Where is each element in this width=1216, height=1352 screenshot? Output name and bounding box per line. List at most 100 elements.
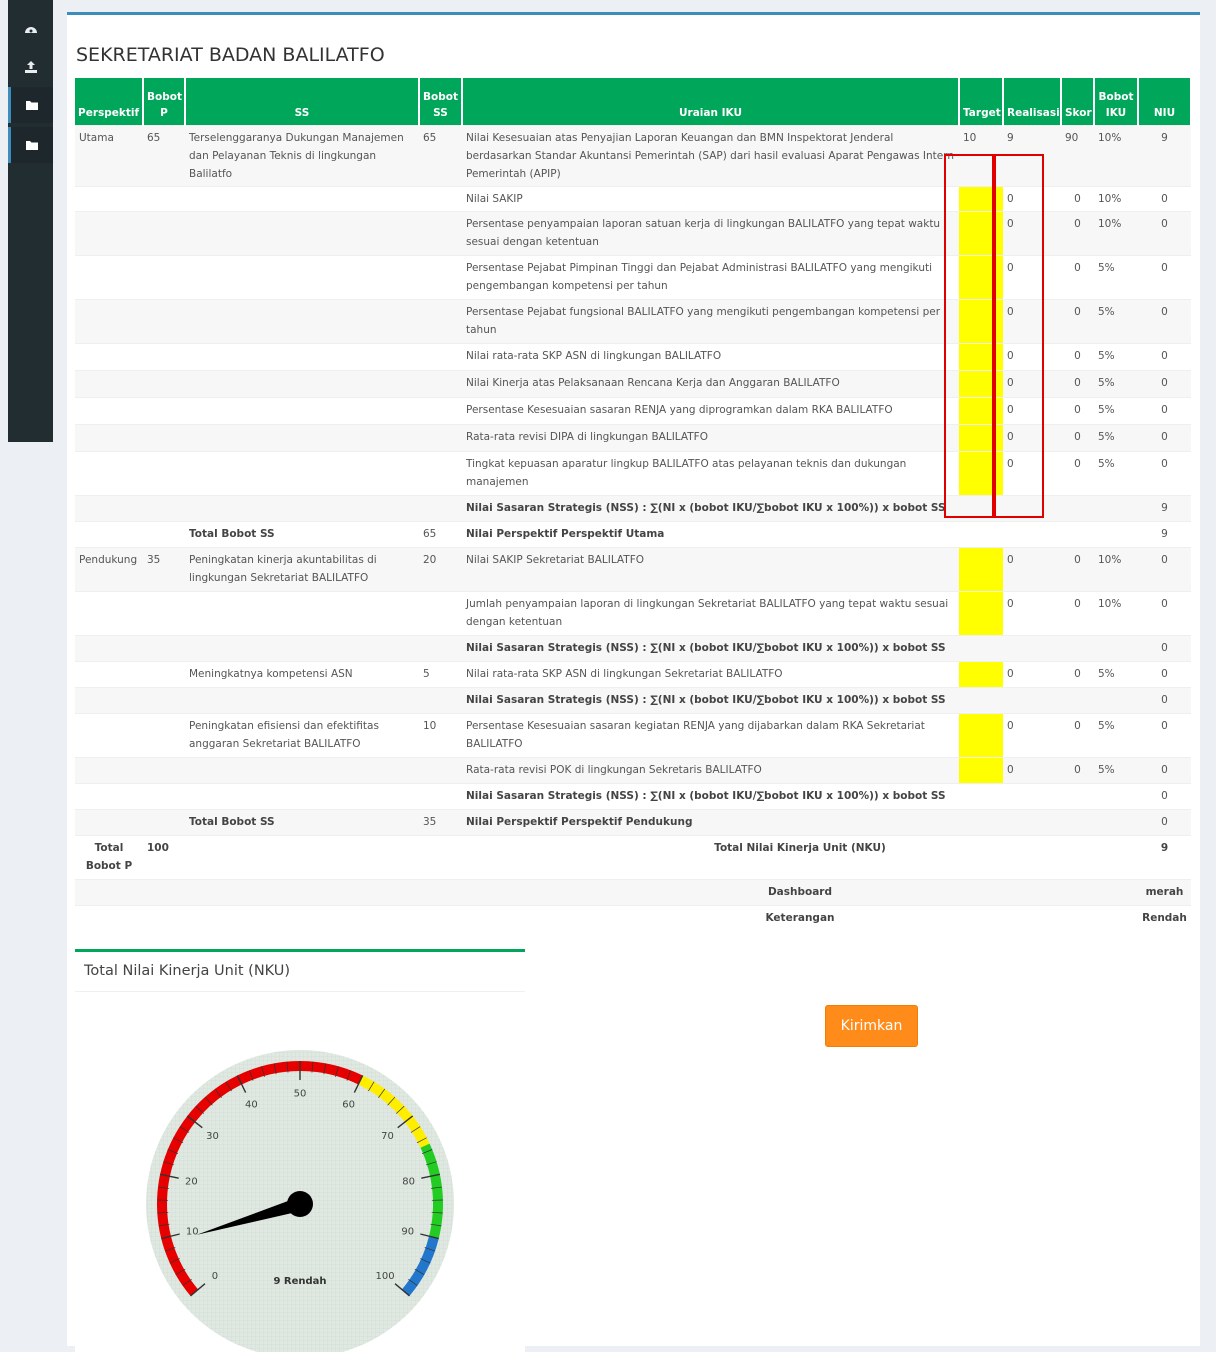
nss-row: Nilai Sasaran Strategis (NSS) : ∑(NI x (…	[75, 784, 1191, 810]
sidebar	[8, 0, 53, 442]
cell-niu: 0	[1138, 688, 1191, 714]
cell-skor: 0	[1061, 212, 1094, 256]
cell-niu: 0	[1138, 636, 1191, 662]
cell-skor: 0	[1061, 187, 1094, 212]
cell-bobot-iku: 5%	[1094, 344, 1138, 371]
cell-target-input[interactable]	[959, 592, 1003, 636]
cell-bobot-iku: 10%	[1094, 187, 1138, 212]
sidebar-item-dashboard[interactable]	[8, 10, 53, 46]
content-panel: SEKRETARIAT BADAN BALILATFO Perspektif B…	[67, 12, 1200, 1346]
col-target: Target	[959, 78, 1003, 126]
dashboard-row: Dashboard merah	[75, 880, 1191, 906]
gauge-tick-label: 80	[402, 1176, 415, 1187]
cell-niu: 0	[1138, 300, 1191, 344]
keterangan-label: Keterangan	[462, 906, 1138, 932]
cell-uraian: Tingkat kepuasan aparatur lingkup BALILA…	[462, 452, 959, 496]
sidebar-item-folder-2[interactable]	[8, 127, 53, 163]
cell-niu: 0	[1138, 592, 1191, 636]
total-bobot-p-label: Total Bobot P	[75, 836, 143, 880]
sidebar-item-folder-1[interactable]	[8, 87, 53, 123]
total-ss-label: Total Bobot SS	[185, 810, 419, 836]
cell-uraian: Jumlah penyampaian laporan di lingkungan…	[462, 592, 959, 636]
gauge-tick-label: 10	[186, 1226, 199, 1237]
nku-gauge-card: Total Nilai Kinerja Unit (NKU) 0 10 20 30 40…	[75, 949, 525, 1352]
cell-niu: 0	[1138, 344, 1191, 371]
cell-realisasi[interactable]: 0	[1003, 592, 1061, 636]
cell-target-input[interactable]	[959, 662, 1003, 688]
cell-bobot-iku: 5%	[1094, 425, 1138, 452]
cell-bobot-iku: 10%	[1094, 212, 1138, 256]
table-row: Meningkatnya kompetensi ASN 5 Nilai rata…	[75, 662, 1191, 688]
cell-bobot-iku: 10%	[1094, 126, 1138, 187]
gauge-title: Total Nilai Kinerja Unit (NKU)	[84, 963, 290, 979]
gauge-tick-label: 50	[294, 1089, 307, 1100]
gauge-tick-label: 30	[206, 1131, 219, 1142]
cell-target-input[interactable]	[959, 714, 1003, 758]
cell-uraian: Nilai Kesesuaian atas Penyajian Laporan …	[462, 126, 959, 187]
nss-label: Nilai Sasaran Strategis (NSS) : ∑(NI x (…	[462, 496, 959, 522]
cell-realisasi[interactable]: 0	[1003, 548, 1061, 592]
cell-realisasi[interactable]: 0	[1003, 662, 1061, 688]
cell-skor: 90	[1061, 126, 1094, 187]
cell-skor: 0	[1061, 548, 1094, 592]
cell-skor: 0	[1061, 758, 1094, 784]
cell-bobot-ss: 65	[419, 126, 462, 187]
col-realisasi: Realisasi	[1003, 78, 1061, 126]
nss-row: Nilai Sasaran Strategis (NSS) : ∑(NI x (…	[75, 688, 1191, 714]
nss-row: Nilai Sasaran Strategis (NSS) : ∑(NI x (…	[75, 636, 1191, 662]
page-title: SEKRETARIAT BADAN BALILATFO	[76, 44, 385, 66]
cell-niu: 0	[1138, 187, 1191, 212]
cell-skor: 0	[1061, 662, 1094, 688]
cell-niu: 0	[1138, 452, 1191, 496]
cell-realisasi[interactable]: 0	[1003, 714, 1061, 758]
cell-skor: 0	[1061, 300, 1094, 344]
nku-value: 9	[1138, 836, 1191, 880]
cell-realisasi[interactable]: 0	[1003, 758, 1061, 784]
cell-uraian: Persentase Kesesuaian sasaran kegiatan R…	[462, 714, 959, 758]
total-bobot-p-row: Total Bobot P 100 Total Nilai Kinerja Un…	[75, 836, 1191, 880]
cell-uraian: Rata-rata revisi DIPA di lingkungan BALI…	[462, 425, 959, 452]
total-ss-value: 65	[419, 522, 462, 548]
cell-niu: 0	[1138, 758, 1191, 784]
cell-niu: 0	[1138, 256, 1191, 300]
submit-button[interactable]: Kirimkan	[825, 1005, 918, 1047]
cell-niu: 0	[1138, 548, 1191, 592]
gauge-tick-label: 0	[212, 1271, 218, 1282]
cell-niu: 0	[1138, 398, 1191, 425]
cell-skor: 0	[1061, 371, 1094, 398]
cell-ss: Meningkatnya kompetensi ASN	[185, 662, 419, 688]
cell-target-input[interactable]	[959, 548, 1003, 592]
cell-niu: 0	[1138, 371, 1191, 398]
cell-niu: 0	[1138, 714, 1191, 758]
table-row: Jumlah penyampaian laporan di lingkungan…	[75, 592, 1191, 636]
nss-label: Nilai Sasaran Strategis (NSS) : ∑(NI x (…	[462, 688, 959, 714]
cell-target-input[interactable]	[959, 758, 1003, 784]
gauge-tick-label: 20	[185, 1176, 198, 1187]
cell-bobot-ss: 10	[419, 714, 462, 758]
total-ss-label: Total Bobot SS	[185, 522, 419, 548]
cell-bobot-iku: 5%	[1094, 662, 1138, 688]
total-ss-row: Total Bobot SS 35 Nilai Perspektif Persp…	[75, 810, 1191, 836]
table-header: Perspektif Bobot P SS Bobot SS Uraian IK…	[75, 78, 1191, 126]
cell-bobot-iku: 5%	[1094, 398, 1138, 425]
nku-gauge: 0102030405060708090100 9 Rendah	[75, 992, 525, 1352]
gauge-tick-label: 40	[245, 1100, 258, 1111]
annotation-box-realisasi	[992, 154, 1044, 518]
sidebar-item-upload[interactable]	[8, 49, 53, 85]
cell-ss: Terselenggaranya Dukungan Manajemen dan …	[185, 126, 419, 187]
cell-bobot-iku: 5%	[1094, 371, 1138, 398]
col-bobot-ss: Bobot SS	[419, 78, 462, 126]
cell-niu: 0	[1138, 810, 1191, 836]
gauge-readout: 9 Rendah	[273, 1276, 326, 1287]
cell-skor: 0	[1061, 714, 1094, 758]
gauge-tick-label: 60	[342, 1100, 355, 1111]
cell-ss: Peningkatan kinerja akuntabilitas di lin…	[185, 548, 419, 592]
folder-icon	[25, 99, 39, 111]
cell-uraian: Persentase Pejabat fungsional BALILATFO …	[462, 300, 959, 344]
cell-bobot-p: 65	[143, 126, 185, 187]
col-bobot-p: Bobot P	[143, 78, 185, 126]
col-niu: NIU	[1138, 78, 1191, 126]
cell-uraian: Persentase penyampaian laporan satuan ke…	[462, 212, 959, 256]
nss-label: Nilai Sasaran Strategis (NSS) : ∑(NI x (…	[462, 636, 959, 662]
cell-uraian: Nilai SAKIP	[462, 187, 959, 212]
